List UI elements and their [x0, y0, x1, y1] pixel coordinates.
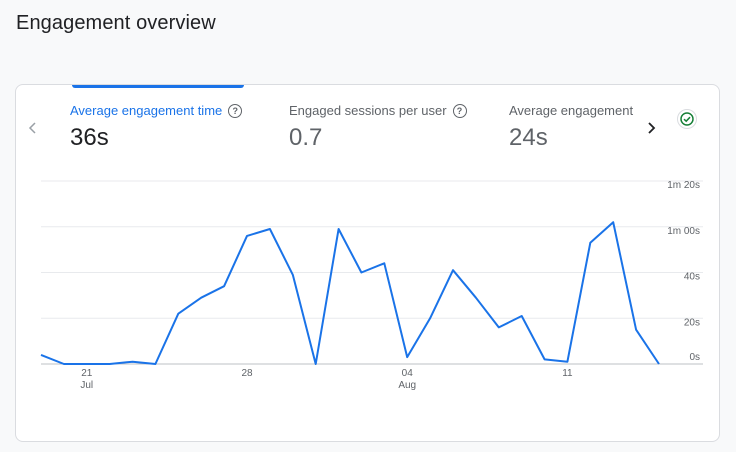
- data-point: [657, 362, 661, 366]
- data-point: [520, 314, 524, 318]
- page-title: Engagement overview: [16, 12, 216, 34]
- x-tick-label: 04: [402, 368, 414, 379]
- y-tick-label: 1m 00s: [667, 226, 700, 237]
- data-point: [565, 360, 569, 364]
- data-point: [314, 362, 318, 366]
- x-tick-label: 21: [81, 368, 93, 379]
- data-point: [39, 353, 43, 357]
- y-tick-label: 1m 20s: [667, 180, 700, 191]
- data-point: [382, 261, 386, 265]
- data-point: [245, 234, 249, 238]
- data-point: [176, 312, 180, 316]
- y-tick-label: 0s: [689, 352, 700, 363]
- data-point: [268, 227, 272, 231]
- series-line: [40, 221, 660, 365]
- x-tick-month-label: Aug: [398, 380, 416, 391]
- data-point: [543, 357, 547, 361]
- engagement-line-chart: 1m 20s 1m 00s 40s 20s 0s 21Jul 28 04Aug 11: [39, 180, 703, 391]
- data-point: [199, 296, 203, 300]
- data-point: [451, 268, 455, 272]
- data-point: [497, 325, 501, 329]
- data-point: [85, 362, 89, 366]
- engagement-overview-page: Engagement overview Average engagement t…: [0, 0, 736, 452]
- data-point: [108, 362, 112, 366]
- data-point: [337, 227, 341, 231]
- data-point: [405, 355, 409, 359]
- y-tick-label: 20s: [684, 317, 700, 328]
- data-point: [62, 362, 66, 366]
- data-point: [588, 241, 592, 245]
- data-point: [428, 316, 432, 320]
- data-point: [634, 328, 638, 332]
- data-point: [222, 284, 226, 288]
- data-point: [359, 271, 363, 275]
- engagement-card: Average engagement time ? 36s Engaged se…: [15, 84, 720, 442]
- x-tick-label: 28: [241, 368, 253, 379]
- data-point: [474, 296, 478, 300]
- x-tick-label: 11: [562, 368, 573, 379]
- data-point: [611, 220, 615, 224]
- data-point: [131, 360, 135, 364]
- data-point: [153, 362, 157, 366]
- y-tick-label: 40s: [684, 272, 700, 283]
- data-point: [291, 273, 295, 277]
- x-tick-month-label: Jul: [80, 380, 93, 391]
